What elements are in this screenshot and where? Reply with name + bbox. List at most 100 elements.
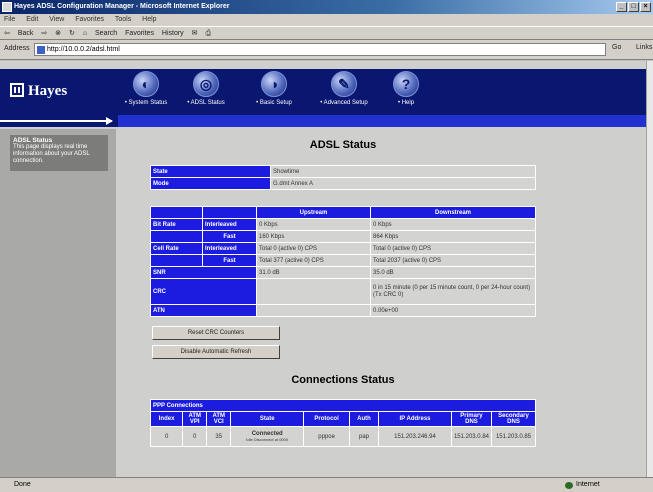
col-secondary-dns: Secondary DNS <box>491 411 536 427</box>
nav-advanced-setup[interactable]: ✎ • Advanced Setup <box>314 71 374 106</box>
mode-label: Mode <box>150 177 271 190</box>
col-atm-vci: ATM VCI <box>206 411 232 427</box>
nav-system-status[interactable]: ◐ • System Status <box>116 71 176 106</box>
atten-down: 0.00e+00 <box>370 304 536 317</box>
connections-table: PPP Connections Index ATM VPI ATM VCI St… <box>149 399 536 447</box>
row-dns2: 151.203.0.85 <box>491 426 536 447</box>
header-banner: Hayes ◐ • System Status ◎ • ADSL Status … <box>0 69 646 115</box>
cell-fast-down: Total 2037 (active 0) CPS <box>370 254 536 267</box>
window-title: Hayes ADSL Configuration Manager - Micro… <box>14 3 230 10</box>
col-state: State <box>230 411 305 427</box>
window-title-bar: Hayes ADSL Configuration Manager - Micro… <box>0 0 653 14</box>
state-table: State Showtime Mode G.dmt Annex A <box>150 165 536 190</box>
cellrate-label-cont <box>150 254 203 267</box>
col-auth: Auth <box>348 411 380 427</box>
address-url: http://10.0.0.2/adsl.html <box>47 46 120 53</box>
fast-label: Fast <box>202 230 257 243</box>
history-button[interactable]: History <box>162 30 184 37</box>
snr-down: 35.0 dB <box>370 266 536 279</box>
cellrate-label: Cell Rate <box>150 242 203 255</box>
favorites-button[interactable]: Favorites <box>125 30 154 37</box>
sidebar-text: This page displays real time information… <box>13 144 90 164</box>
nav-label: • Basic Setup <box>256 100 292 106</box>
hayes-logo-icon <box>10 83 24 97</box>
accent-bar <box>118 115 646 127</box>
rates-table: Upstream Downstream Bit Rate Interleaved… <box>150 206 536 317</box>
mail-icon[interactable]: ✉ <box>192 30 198 37</box>
menu-edit[interactable]: Edit <box>26 16 38 23</box>
row-dns1: 151.203.0.84 <box>450 426 493 447</box>
page-viewport: Hayes ◐ • System Status ◎ • ADSL Status … <box>0 61 646 477</box>
basic-setup-icon: ◑ <box>261 71 287 97</box>
minimize-button[interactable]: _ <box>616 2 627 12</box>
bitrate-int-down: 0 Kbps <box>370 218 536 231</box>
forward-icon[interactable]: ⇨ <box>41 30 47 37</box>
state-label: State <box>150 165 271 178</box>
row-ip: 151.203.246.94 <box>378 426 452 447</box>
connections-heading: Connections Status <box>291 374 395 386</box>
nav-adsl-status[interactable]: ◎ • ADSL Status <box>176 71 236 106</box>
help-icon: ? <box>393 71 419 97</box>
rates-corner <box>150 206 203 219</box>
close-button[interactable]: × <box>640 2 651 12</box>
address-input[interactable]: http://10.0.0.2/adsl.html <box>34 43 606 56</box>
menu-favorites[interactable]: Favorites <box>75 16 104 23</box>
stop-icon[interactable]: ⊗ <box>55 30 61 37</box>
search-button[interactable]: Search <box>95 30 117 37</box>
cell-int-up: Total 0 (active 0) CPS <box>256 242 371 255</box>
nav-label: • Help <box>397 100 415 106</box>
bitrate-label: Bit Rate <box>150 218 203 231</box>
adsl-status-icon: ◎ <box>193 71 219 97</box>
vertical-scrollbar[interactable] <box>646 61 653 477</box>
refresh-icon[interactable]: ↻ <box>69 30 75 37</box>
advanced-setup-icon: ✎ <box>331 71 357 97</box>
ie-icon <box>2 2 12 12</box>
row-vpi: 0 <box>182 426 208 447</box>
menu-help[interactable]: Help <box>142 16 156 23</box>
nav-label: • ADSL Status <box>187 100 225 106</box>
col-protocol: Protocol <box>303 411 350 427</box>
rates-corner-sub <box>202 206 257 219</box>
col-atm-vpi: ATM VPI <box>182 411 208 427</box>
atten-label: ATN <box>150 304 257 317</box>
page-icon <box>37 46 45 54</box>
disable-refresh-button[interactable]: Disable Automatic Refresh <box>152 345 280 359</box>
row-protocol: pppoe <box>303 426 350 447</box>
nav-help[interactable]: ? • Help <box>376 71 436 106</box>
print-icon[interactable]: ⎙ <box>205 30 211 37</box>
back-icon[interactable]: ⇦ <box>4 30 10 37</box>
crc-down: 0 in 15 minute (0 per 15 minute count, 0… <box>370 278 536 305</box>
crc-label: CRC <box>150 278 257 305</box>
interleaved-label: Interleaved <box>202 218 257 231</box>
bitrate-int-up: 0 Kbps <box>256 218 371 231</box>
maximize-button[interactable]: □ <box>628 2 639 12</box>
mode-value: G.dmt Annex A <box>270 177 536 190</box>
address-bar: Address http://10.0.0.2/adsl.html Go Lin… <box>0 40 653 60</box>
snr-label: SNR <box>150 266 257 279</box>
bitrate-label-cont <box>150 230 203 243</box>
links-button[interactable]: Links <box>636 44 652 51</box>
nav-basic-setup[interactable]: ◑ • Basic Setup <box>244 71 304 106</box>
interleaved-label: Interleaved <box>202 242 257 255</box>
home-icon[interactable]: ⌂ <box>83 30 87 37</box>
downstream-header: Downstream <box>370 206 536 219</box>
state-value: Showtime <box>270 165 536 178</box>
adsl-status-heading: ADSL Status <box>309 139 377 151</box>
menu-file[interactable]: File <box>4 16 15 23</box>
col-index: Index <box>149 411 184 427</box>
snr-up: 31.0 dB <box>256 266 371 279</box>
hayes-logo: Hayes <box>10 83 67 100</box>
browser-toolbar: ⇦ Back ⇨ ⊗ ↻ ⌂ Search Favorites History … <box>0 26 653 40</box>
row-index: 0 <box>149 426 184 447</box>
row-state-sub: Idle Disconnect at 0000 <box>246 436 289 442</box>
back-button[interactable]: Back <box>18 30 34 37</box>
table-row: 0 0 35 Connected Idle Disconnect at 0000… <box>149 426 536 447</box>
reset-crc-button[interactable]: Reset CRC Counters <box>152 326 280 340</box>
progress-line <box>0 120 112 122</box>
col-ip: IP Address <box>378 411 452 427</box>
cell-int-down: Total 0 (active 0) CPS <box>370 242 536 255</box>
menu-tools[interactable]: Tools <box>115 16 131 23</box>
menu-view[interactable]: View <box>49 16 64 23</box>
go-button[interactable]: Go <box>612 44 621 51</box>
bitrate-fast-up: 160 Kbps <box>256 230 371 243</box>
